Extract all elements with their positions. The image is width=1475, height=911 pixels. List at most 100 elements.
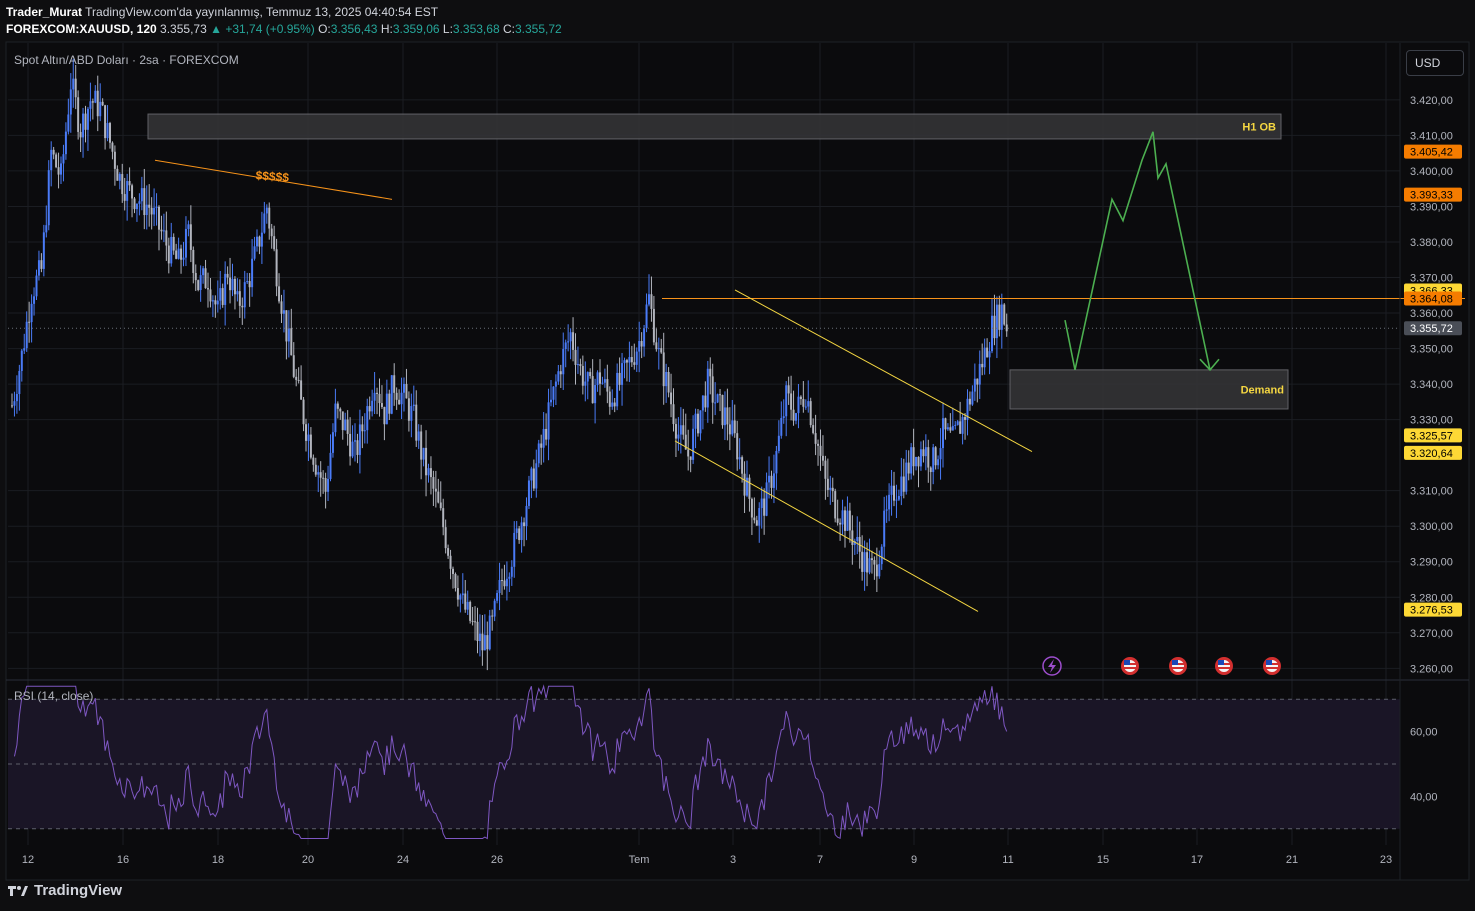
candle-body bbox=[603, 379, 606, 383]
candle-body bbox=[496, 593, 499, 601]
candle-body bbox=[770, 475, 773, 488]
candle-body bbox=[949, 427, 952, 431]
candle-body bbox=[483, 635, 486, 651]
candle-body bbox=[866, 552, 869, 573]
candle-body bbox=[971, 391, 974, 405]
candle-body bbox=[268, 207, 271, 229]
candle-body bbox=[699, 410, 702, 434]
candle-body bbox=[390, 375, 393, 414]
candle-body bbox=[189, 224, 192, 250]
price-label-text: 3.364,08 bbox=[1410, 294, 1453, 306]
candle-body bbox=[746, 477, 748, 496]
time-tick-label: 7 bbox=[817, 854, 823, 866]
candle-body bbox=[67, 114, 70, 132]
candle-body bbox=[782, 416, 785, 418]
candle-body bbox=[415, 404, 418, 441]
candle-body bbox=[576, 364, 579, 366]
candle-body bbox=[848, 510, 851, 531]
candle-body bbox=[412, 404, 415, 407]
candle-body bbox=[373, 392, 376, 401]
candle-body bbox=[596, 372, 599, 386]
candle-body bbox=[748, 477, 751, 499]
candle-body bbox=[554, 381, 557, 387]
us-flag-stripe bbox=[1266, 667, 1278, 669]
us-flag-stripe bbox=[1172, 667, 1184, 669]
candle-body bbox=[839, 522, 842, 525]
candle-body bbox=[552, 386, 555, 400]
candle-body bbox=[797, 396, 800, 414]
h1-ob-label: H1 OB bbox=[1242, 121, 1276, 133]
us-flag-stripe bbox=[1124, 667, 1136, 669]
candle-body bbox=[510, 566, 513, 577]
price-label-text: 3.320,64 bbox=[1410, 448, 1453, 460]
candle-body bbox=[513, 532, 516, 567]
candle-body bbox=[981, 363, 984, 368]
candle-body bbox=[383, 406, 386, 425]
candle-body bbox=[701, 395, 704, 411]
candle-body bbox=[537, 443, 540, 464]
candle-body bbox=[594, 385, 597, 404]
currency-button[interactable]: USD bbox=[1406, 50, 1464, 76]
candle-body bbox=[501, 580, 503, 582]
candle-body bbox=[777, 435, 780, 452]
candle-body bbox=[437, 491, 440, 503]
candle-body bbox=[821, 455, 824, 461]
candle-body bbox=[861, 551, 864, 572]
candle-body bbox=[719, 394, 722, 396]
price-tick-label: 3.400,00 bbox=[1410, 166, 1453, 178]
us-flag-canton bbox=[1266, 660, 1272, 665]
candle-body bbox=[650, 294, 653, 309]
candle-body bbox=[35, 275, 38, 297]
candle-body bbox=[738, 457, 741, 460]
candle-body bbox=[476, 621, 479, 642]
candle-body bbox=[258, 236, 261, 247]
candle-body bbox=[978, 363, 981, 385]
candle-body bbox=[704, 395, 707, 408]
time-tick-label: 12 bbox=[22, 854, 34, 866]
candle-body bbox=[165, 230, 168, 246]
candle-body bbox=[307, 434, 310, 441]
candle-body bbox=[170, 236, 173, 264]
candle-body bbox=[15, 394, 18, 402]
candle-body bbox=[388, 393, 391, 414]
candle-body bbox=[344, 419, 347, 431]
candle-body bbox=[131, 185, 134, 199]
candle-body bbox=[398, 399, 401, 405]
candle-body bbox=[18, 370, 21, 395]
tradingview-logo[interactable]: TradingView bbox=[8, 882, 122, 899]
candle-body bbox=[586, 372, 589, 382]
candle-body bbox=[532, 468, 535, 489]
candle-body bbox=[939, 448, 942, 460]
price-tick-label: 3.300,00 bbox=[1410, 521, 1453, 533]
candle-body bbox=[873, 560, 876, 565]
candle-body bbox=[493, 600, 496, 617]
candle-body bbox=[62, 154, 65, 164]
price-chart[interactable]: H1 OB Demand $$$$$ 3.420,00 3.410,00 3.400,00… bbox=[0, 0, 1475, 911]
candle-body bbox=[589, 372, 592, 377]
candle-body bbox=[919, 449, 922, 467]
candle-body bbox=[505, 578, 508, 587]
time-tick-label: 9 bbox=[911, 854, 917, 866]
candle-body bbox=[907, 462, 910, 474]
candle-body bbox=[285, 310, 288, 342]
price-tick-label: 3.280,00 bbox=[1410, 592, 1453, 604]
candle-body bbox=[645, 304, 648, 329]
candle-body bbox=[385, 393, 388, 425]
candle-body bbox=[104, 105, 107, 139]
candle-body bbox=[246, 281, 249, 283]
candle-body bbox=[709, 368, 712, 377]
price-tick-label: 3.380,00 bbox=[1410, 237, 1453, 249]
candle-body bbox=[795, 413, 797, 421]
candle-body bbox=[635, 351, 638, 365]
candle-body bbox=[143, 188, 146, 216]
candle-body bbox=[964, 417, 967, 420]
candle-body bbox=[184, 228, 187, 258]
candle-body bbox=[924, 447, 927, 457]
candle-body bbox=[674, 424, 677, 439]
candle-body bbox=[927, 447, 930, 468]
candle-body bbox=[630, 357, 633, 363]
time-tick-label: 17 bbox=[1191, 854, 1203, 866]
candle-body bbox=[910, 447, 913, 474]
candle-body bbox=[45, 225, 48, 233]
candle-body bbox=[763, 498, 766, 516]
